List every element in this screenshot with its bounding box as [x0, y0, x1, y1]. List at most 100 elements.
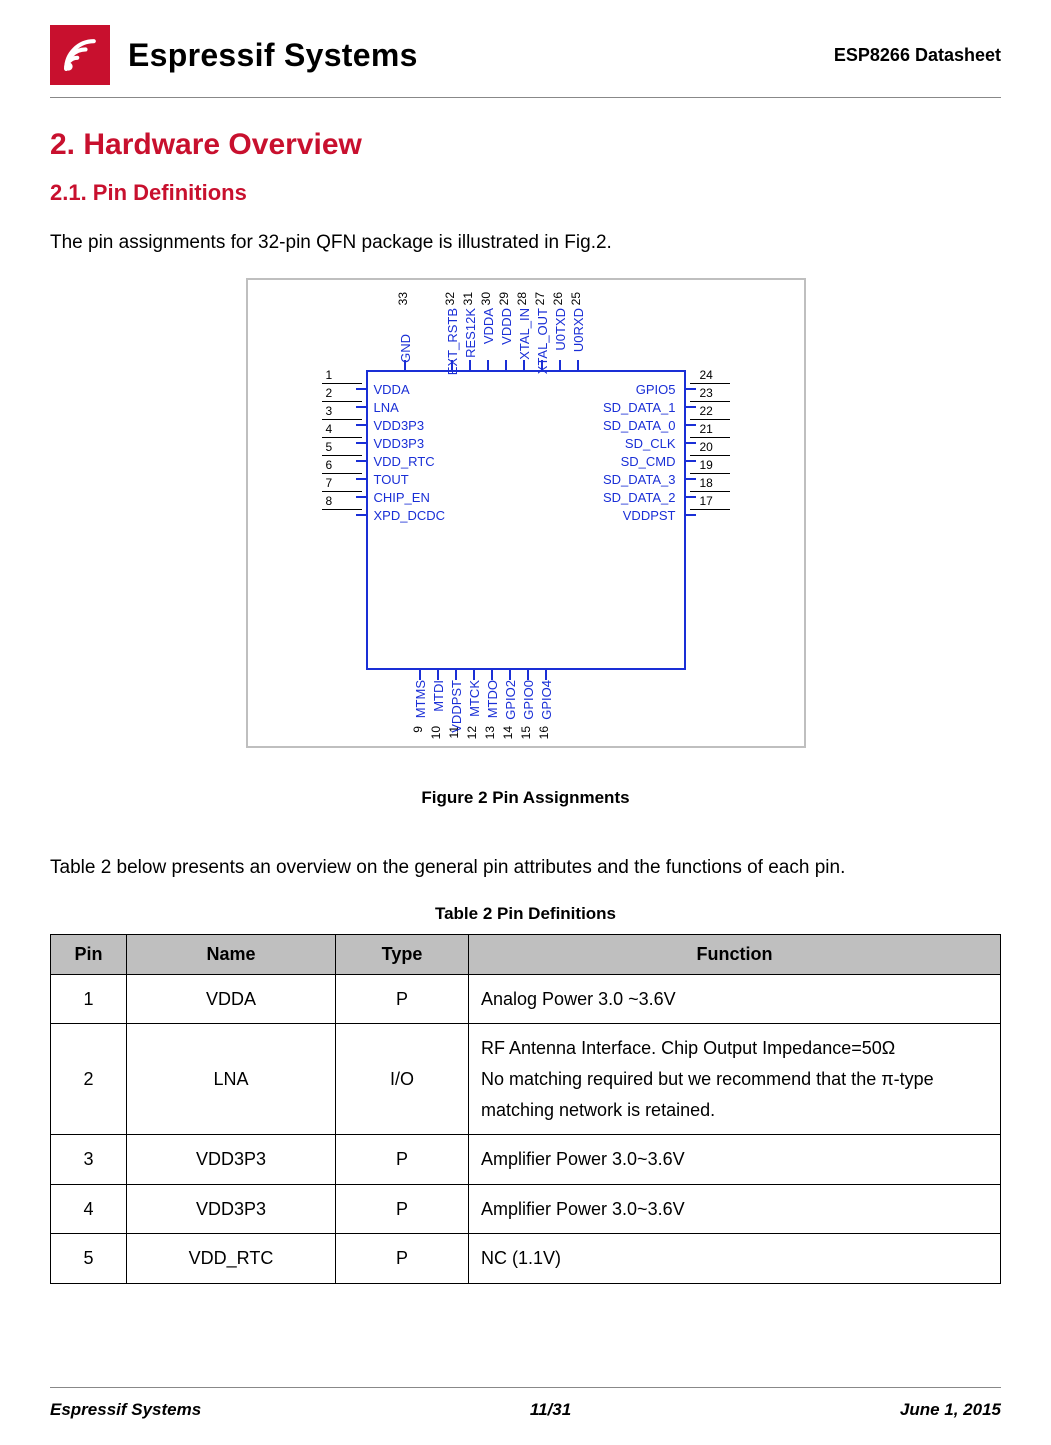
pin-number: 28 — [515, 292, 529, 305]
pin-number: 21 — [700, 422, 713, 436]
pin-label: VDDD — [499, 308, 514, 345]
pin-number: 20 — [700, 440, 713, 454]
table-cell: I/O — [336, 1024, 469, 1135]
col-type: Type — [336, 934, 469, 974]
table-cell: RF Antenna Interface. Chip Output Impeda… — [469, 1024, 1001, 1135]
pin-tick — [559, 360, 561, 370]
pin-label: VDDA — [481, 308, 496, 344]
pin-number: 22 — [700, 404, 713, 418]
pin-label: MTDO — [485, 680, 500, 718]
separator-line — [322, 473, 362, 474]
intro-paragraph: The pin assignments for 32-pin QFN packa… — [50, 228, 1001, 258]
separator-line — [690, 509, 730, 510]
pin-number: 18 — [700, 476, 713, 490]
pinout-diagram: 1VDDA2LNA3VDD3P34VDD3P35VDD_RTC6TOUT7CHI… — [246, 278, 806, 748]
pin-tick — [356, 496, 366, 498]
pin-number: 25 — [569, 292, 583, 305]
pin-number: 4 — [326, 422, 333, 436]
espressif-logo-icon — [50, 25, 110, 85]
separator-line — [690, 437, 730, 438]
pin-number: 29 — [497, 292, 511, 305]
footer-left: Espressif Systems — [50, 1400, 201, 1420]
pin-label: VDD3P3 — [374, 418, 425, 433]
pin-number: 31 — [461, 292, 475, 305]
pin-label: SD_CMD — [621, 454, 676, 469]
table-row: 4VDD3P3PAmplifier Power 3.0~3.6V — [51, 1184, 1001, 1234]
separator-line — [690, 383, 730, 384]
table-cell: NC (1.1V) — [469, 1234, 1001, 1284]
separator-line — [322, 383, 362, 384]
table-row: 3VDD3P3PAmplifier Power 3.0~3.6V — [51, 1135, 1001, 1185]
section-heading-2-1: 2.1. Pin Definitions — [50, 180, 1001, 206]
footer-right: June 1, 2015 — [900, 1400, 1001, 1420]
pin-tick — [686, 406, 696, 408]
separator-line — [322, 509, 362, 510]
table-cell: VDD_RTC — [127, 1234, 336, 1284]
col-name: Name — [127, 934, 336, 974]
pin-number: 24 — [700, 368, 713, 382]
separator-line — [322, 491, 362, 492]
pin-label: XPD_DCDC — [374, 508, 446, 523]
pin-number: 6 — [326, 458, 333, 472]
pin-label: SD_CLK — [625, 436, 676, 451]
section-heading-2: 2. Hardware Overview — [50, 128, 1001, 162]
pin-label: VDDPST — [623, 508, 676, 523]
separator-line — [690, 401, 730, 402]
pin-tick — [356, 478, 366, 480]
separator-line — [690, 473, 730, 474]
pin-label: SD_DATA_2 — [603, 490, 676, 505]
pin-label: GND — [398, 334, 413, 363]
pin-label: SD_DATA_0 — [603, 418, 676, 433]
pin-number: 26 — [551, 292, 565, 305]
separator-line — [690, 491, 730, 492]
pin-label: VDD3P3 — [374, 436, 425, 451]
pin-label: SD_DATA_3 — [603, 472, 676, 487]
pin-label: VDDA — [374, 382, 410, 397]
pin-tick — [527, 670, 529, 680]
separator-line — [322, 401, 362, 402]
page-header: Espressif Systems ESP8266 Datasheet — [50, 25, 1001, 98]
figure-caption: Figure 2 Pin Assignments — [50, 788, 1001, 808]
pin-tick — [469, 360, 471, 370]
pin-label: TOUT — [374, 472, 409, 487]
pin-number: 33 — [396, 292, 410, 305]
pin-number: 13 — [483, 726, 497, 739]
pin-number: 7 — [326, 476, 333, 490]
table-cell: LNA — [127, 1024, 336, 1135]
pin-label: CHIP_EN — [374, 490, 430, 505]
separator-line — [322, 455, 362, 456]
pin-label: U0TXD — [553, 308, 568, 351]
table-cell: Amplifier Power 3.0~3.6V — [469, 1135, 1001, 1185]
pin-number: 12 — [465, 726, 479, 739]
table-cell: Amplifier Power 3.0~3.6V — [469, 1184, 1001, 1234]
pin-label: VDDPST — [449, 680, 464, 733]
pin-number: 17 — [700, 494, 713, 508]
pin-tick — [356, 388, 366, 390]
pin-tick — [356, 460, 366, 462]
pin-tick — [437, 670, 439, 680]
col-function: Function — [469, 934, 1001, 974]
pin-number: 10 — [429, 726, 443, 739]
table-header-row: Pin Name Type Function — [51, 934, 1001, 974]
pin-tick — [509, 670, 511, 680]
pin-number: 16 — [537, 726, 551, 739]
pin-tick — [356, 442, 366, 444]
pin-tick — [686, 388, 696, 390]
pin-number: 15 — [519, 726, 533, 739]
table-row: 2LNAI/ORF Antenna Interface. Chip Output… — [51, 1024, 1001, 1135]
pin-label: MTMS — [413, 680, 428, 718]
pin-label: XTAL_OUT — [535, 308, 550, 374]
pin-label: U0RXD — [571, 308, 586, 352]
pin-tick — [686, 424, 696, 426]
separator-line — [322, 437, 362, 438]
table-cell: P — [336, 1135, 469, 1185]
figure-wrapper: 1VDDA2LNA3VDD3P34VDD3P35VDD_RTC6TOUT7CHI… — [50, 278, 1001, 748]
pin-tick — [686, 460, 696, 462]
table-cell: Analog Power 3.0 ~3.6V — [469, 974, 1001, 1024]
pin-number: 9 — [411, 726, 425, 733]
pin-definitions-table: Pin Name Type Function 1VDDAPAnalog Powe… — [50, 934, 1001, 1284]
pin-number: 30 — [479, 292, 493, 305]
pin-tick — [356, 514, 366, 516]
pin-label: MTDI — [431, 680, 446, 712]
pin-number: 5 — [326, 440, 333, 454]
